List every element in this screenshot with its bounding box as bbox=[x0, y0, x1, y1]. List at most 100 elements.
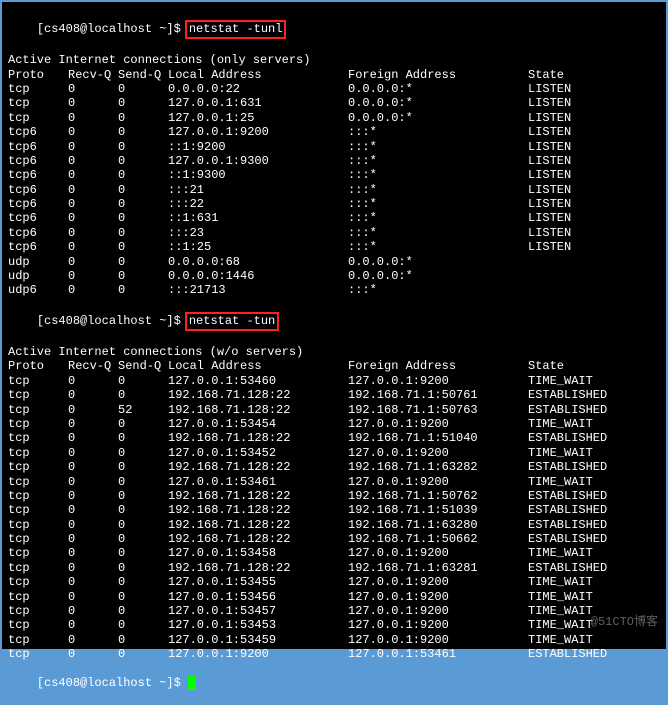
netstat-row: tcp00127.0.0.1:53457127.0.0.1:9200TIME_W… bbox=[8, 604, 660, 618]
cell-state: TIME_WAIT bbox=[528, 475, 648, 489]
cell-sendq: 0 bbox=[118, 604, 168, 618]
cell-foreign: :::* bbox=[348, 197, 528, 211]
netstat-row: tcp00127.0.0.1:53453127.0.0.1:9200TIME_W… bbox=[8, 618, 660, 632]
cell-foreign: 127.0.0.1:9200 bbox=[348, 618, 528, 632]
cell-sendq: 0 bbox=[118, 226, 168, 240]
cell-foreign: :::* bbox=[348, 140, 528, 154]
cell-state: LISTEN bbox=[528, 154, 648, 168]
cell-foreign: 192.168.71.1:63281 bbox=[348, 561, 528, 575]
netstat-row: tcp00127.0.0.1:53459127.0.0.1:9200TIME_W… bbox=[8, 633, 660, 647]
cell-recvq: 0 bbox=[68, 604, 118, 618]
cell-proto: tcp bbox=[8, 647, 68, 661]
cell-sendq: 0 bbox=[118, 575, 168, 589]
cell-foreign: 192.168.71.1:50761 bbox=[348, 388, 528, 402]
cell-state: TIME_WAIT bbox=[528, 590, 648, 604]
cell-foreign: 0.0.0.0:* bbox=[348, 255, 528, 269]
cell-foreign: 127.0.0.1:53461 bbox=[348, 647, 528, 661]
cell-state: ESTABLISHED bbox=[528, 518, 648, 532]
cell-proto: tcp bbox=[8, 431, 68, 445]
cell-state: LISTEN bbox=[528, 82, 648, 96]
cell-local: 192.168.71.128:22 bbox=[168, 518, 348, 532]
col-recvq: Recv-Q bbox=[68, 68, 118, 82]
cell-proto: tcp bbox=[8, 96, 68, 110]
netstat-row: tcp00127.0.0.1:250.0.0.0:*LISTEN bbox=[8, 111, 660, 125]
netstat-row: tcp00192.168.71.128:22192.168.71.1:51040… bbox=[8, 431, 660, 445]
cell-recvq: 0 bbox=[68, 154, 118, 168]
netstat-row: tcp600127.0.0.1:9200:::*LISTEN bbox=[8, 125, 660, 139]
netstat-row: tcp600::1:631:::*LISTEN bbox=[8, 211, 660, 225]
cell-proto: tcp bbox=[8, 446, 68, 460]
cell-sendq: 0 bbox=[118, 460, 168, 474]
cell-state: TIME_WAIT bbox=[528, 546, 648, 560]
cell-foreign: :::* bbox=[348, 125, 528, 139]
cell-local: 0.0.0.0:1446 bbox=[168, 269, 348, 283]
heading-2: Active Internet connections (w/o servers… bbox=[8, 345, 660, 359]
cell-local: 192.168.71.128:22 bbox=[168, 532, 348, 546]
cell-local: :::21 bbox=[168, 183, 348, 197]
cell-state: TIME_WAIT bbox=[528, 374, 648, 388]
col-sendq: Send-Q bbox=[118, 68, 168, 82]
cell-sendq: 0 bbox=[118, 96, 168, 110]
cell-foreign: 192.168.71.1:63282 bbox=[348, 460, 528, 474]
cell-local: 127.0.0.1:25 bbox=[168, 111, 348, 125]
cell-recvq: 0 bbox=[68, 446, 118, 460]
cell-proto: tcp bbox=[8, 374, 68, 388]
cell-foreign: 0.0.0.0:* bbox=[348, 269, 528, 283]
cell-recvq: 0 bbox=[68, 575, 118, 589]
cell-foreign: :::* bbox=[348, 211, 528, 225]
cell-sendq: 0 bbox=[118, 388, 168, 402]
cell-foreign: 127.0.0.1:9200 bbox=[348, 633, 528, 647]
cell-foreign: 127.0.0.1:9200 bbox=[348, 546, 528, 560]
cell-sendq: 0 bbox=[118, 283, 168, 297]
cell-local: ::1:25 bbox=[168, 240, 348, 254]
cell-foreign: 127.0.0.1:9200 bbox=[348, 446, 528, 460]
cell-state: LISTEN bbox=[528, 111, 648, 125]
cell-local: :::22 bbox=[168, 197, 348, 211]
prompt-line-2: [cs408@localhost ~]$netstat -tun bbox=[8, 298, 660, 345]
netstat-row: tcp00192.168.71.128:22192.168.71.1:50662… bbox=[8, 532, 660, 546]
col-foreign: Foreign Address bbox=[348, 68, 528, 82]
cell-recvq: 0 bbox=[68, 269, 118, 283]
cell-local: 192.168.71.128:22 bbox=[168, 460, 348, 474]
cell-foreign: 127.0.0.1:9200 bbox=[348, 374, 528, 388]
cell-proto: tcp bbox=[8, 503, 68, 517]
terminal[interactable]: [cs408@localhost ~]$netstat -tunl Active… bbox=[2, 2, 666, 649]
netstat-row: tcp00192.168.71.128:22192.168.71.1:50761… bbox=[8, 388, 660, 402]
cell-sendq: 0 bbox=[118, 183, 168, 197]
cell-recvq: 0 bbox=[68, 211, 118, 225]
cell-local: ::1:9300 bbox=[168, 168, 348, 182]
cell-foreign: :::* bbox=[348, 226, 528, 240]
cell-foreign: 192.168.71.1:51040 bbox=[348, 431, 528, 445]
cell-local: 192.168.71.128:22 bbox=[168, 503, 348, 517]
cell-state: LISTEN bbox=[528, 211, 648, 225]
cell-recvq: 0 bbox=[68, 197, 118, 211]
cell-state bbox=[528, 269, 648, 283]
cell-foreign: :::* bbox=[348, 154, 528, 168]
cell-local: 192.168.71.128:22 bbox=[168, 388, 348, 402]
cell-proto: tcp6 bbox=[8, 226, 68, 240]
cell-proto: tcp6 bbox=[8, 140, 68, 154]
cell-foreign: 192.168.71.1:51039 bbox=[348, 503, 528, 517]
cell-sendq: 0 bbox=[118, 125, 168, 139]
col-recvq: Recv-Q bbox=[68, 359, 118, 373]
netstat-row: tcp00127.0.0.1:53452127.0.0.1:9200TIME_W… bbox=[8, 446, 660, 460]
netstat-row: tcp00127.0.0.1:53460127.0.0.1:9200TIME_W… bbox=[8, 374, 660, 388]
netstat-row: tcp00127.0.0.1:9200127.0.0.1:53461ESTABL… bbox=[8, 647, 660, 661]
cell-recvq: 0 bbox=[68, 226, 118, 240]
cell-proto: udp bbox=[8, 269, 68, 283]
cell-sendq: 0 bbox=[118, 446, 168, 460]
cell-state: LISTEN bbox=[528, 183, 648, 197]
cell-foreign: :::* bbox=[348, 168, 528, 182]
cell-proto: tcp6 bbox=[8, 240, 68, 254]
cell-proto: tcp bbox=[8, 604, 68, 618]
cell-proto: tcp bbox=[8, 388, 68, 402]
netstat-row: tcp00127.0.0.1:53454127.0.0.1:9200TIME_W… bbox=[8, 417, 660, 431]
cell-proto: tcp bbox=[8, 417, 68, 431]
cell-local: 127.0.0.1:631 bbox=[168, 96, 348, 110]
cell-foreign: 127.0.0.1:9200 bbox=[348, 604, 528, 618]
cell-local: 127.0.0.1:9200 bbox=[168, 125, 348, 139]
cell-proto: tcp6 bbox=[8, 183, 68, 197]
cell-sendq: 0 bbox=[118, 518, 168, 532]
cell-sendq: 0 bbox=[118, 82, 168, 96]
cell-foreign: :::* bbox=[348, 183, 528, 197]
